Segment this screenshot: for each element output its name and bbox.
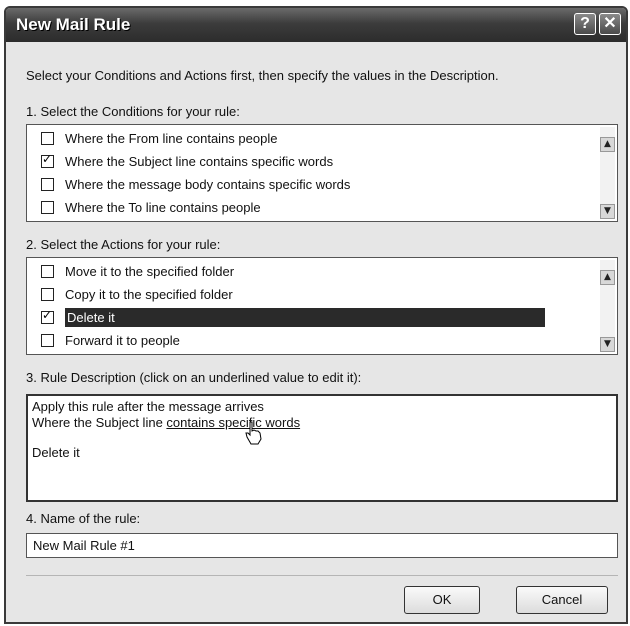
up-arrow-icon[interactable]: ▲	[600, 137, 615, 152]
checkbox[interactable]	[41, 201, 54, 214]
action-item-copy[interactable]: Copy it to the specified folder	[27, 283, 617, 306]
rule-name-label: 4. Name of the rule:	[26, 511, 141, 526]
description-text: Where the Subject line	[32, 415, 167, 430]
hand-pointer-icon	[245, 421, 262, 445]
description-line: Where the Subject line contains specific…	[32, 415, 612, 445]
divider	[26, 575, 618, 576]
down-arrow-icon[interactable]: ▼	[600, 204, 615, 219]
action-item-forward[interactable]: Forward it to people	[27, 329, 617, 352]
conditions-list[interactable]: Where the From line contains people Wher…	[26, 124, 618, 222]
cancel-button[interactable]: Cancel	[516, 586, 608, 614]
dialog-title: New Mail Rule	[16, 15, 131, 34]
action-item-move[interactable]: Move it to the specified folder	[27, 260, 617, 283]
rule-description-box: Apply this rule after the message arrive…	[26, 394, 618, 502]
condition-item-from[interactable]: Where the From line contains people	[27, 127, 617, 150]
down-arrow-icon[interactable]: ▼	[600, 337, 615, 352]
intro-text: Select your Conditions and Actions first…	[26, 68, 499, 83]
actions-scrollbar[interactable]: ▲ ▼	[600, 260, 615, 352]
up-arrow-icon[interactable]: ▲	[600, 270, 615, 285]
checkbox-checked[interactable]	[41, 152, 54, 168]
condition-item-subject[interactable]: Where the Subject line contains specific…	[27, 150, 617, 173]
rule-name-input[interactable]	[26, 533, 618, 558]
checkbox[interactable]	[41, 288, 54, 301]
specific-words-link[interactable]: contains specific words	[166, 415, 300, 430]
ok-button[interactable]: OK	[404, 586, 480, 614]
checkbox[interactable]	[41, 132, 54, 145]
checkbox[interactable]	[41, 178, 54, 191]
description-line: Apply this rule after the message arrive…	[32, 399, 264, 414]
checkbox-checked[interactable]	[41, 308, 54, 324]
new-mail-rule-dialog: New Mail Rule ? ✕ Select your Conditions…	[4, 6, 628, 624]
close-button[interactable]: ✕	[599, 13, 621, 35]
checkbox[interactable]	[41, 334, 54, 347]
description-label: 3. Rule Description (click on an underli…	[26, 370, 362, 385]
help-button[interactable]: ?	[574, 13, 596, 35]
description-line: Delete it	[32, 445, 80, 460]
action-item-delete[interactable]: Delete it	[27, 306, 617, 329]
conditions-label: 1. Select the Conditions for your rule:	[26, 104, 240, 119]
condition-item-to[interactable]: Where the To line contains people	[27, 196, 617, 219]
condition-item-body[interactable]: Where the message body contains specific…	[27, 173, 617, 196]
actions-label: 2. Select the Actions for your rule:	[26, 237, 221, 252]
title-bar: New Mail Rule ? ✕	[6, 8, 626, 42]
conditions-scrollbar[interactable]: ▲ ▼	[600, 127, 615, 219]
actions-list[interactable]: Move it to the specified folder Copy it …	[26, 257, 618, 355]
checkbox[interactable]	[41, 265, 54, 278]
